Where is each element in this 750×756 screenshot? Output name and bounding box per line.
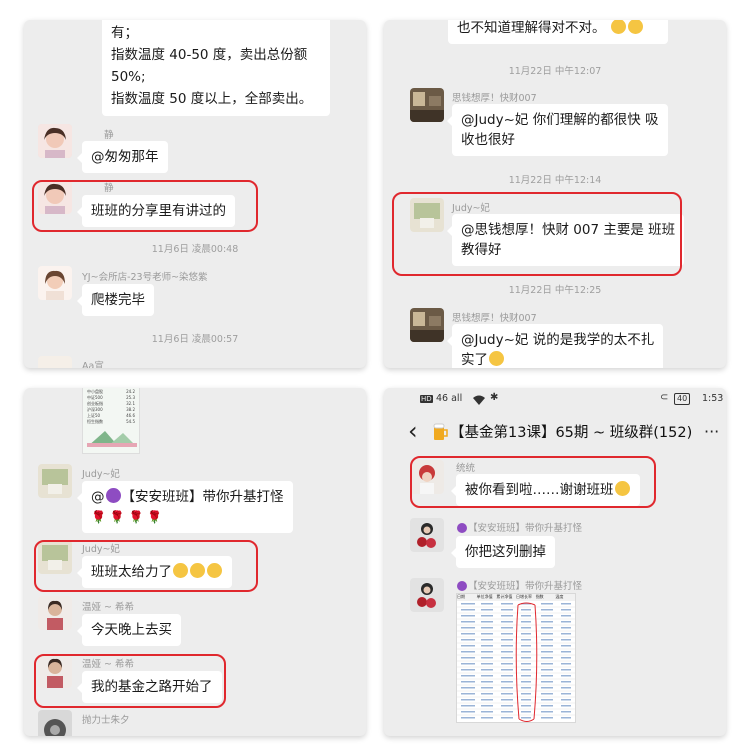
- status-bar: HD 46 all ✱ ⊂ 40 1:53: [384, 388, 726, 412]
- timestamp: 11月6日 凌晨00:48: [151, 244, 239, 255]
- chat-title: 【基金第13课】65期 ~ 班级群(152): [450, 425, 693, 441]
- spreadsheet-grid: [457, 602, 575, 722]
- avatar[interactable]: [410, 518, 444, 552]
- sender-name: 静: [104, 130, 114, 141]
- avatar[interactable]: [38, 124, 72, 158]
- plant-avatar-icon: [38, 464, 72, 498]
- rose-emojis: 🌹 🌹 🌹 🌹: [91, 510, 163, 524]
- avatar[interactable]: [410, 308, 444, 342]
- more-menu-button[interactable]: ···: [704, 422, 719, 441]
- sender-name: 思钱想厚！快财007: [452, 93, 537, 104]
- woman-flowers-avatar-icon: [410, 578, 444, 612]
- mention-name: 【安安班班】带你升基打怪: [121, 489, 284, 505]
- highlight-box: [34, 654, 226, 708]
- avatar[interactable]: [38, 710, 72, 736]
- girl-avatar-icon: [38, 124, 72, 158]
- message-bubble: 有； 指数温度 40-50 度，卖出总份额 50%; 指数温度 50 度以上，全…: [102, 20, 330, 116]
- devil-emoji-icon: [457, 581, 467, 591]
- shared-image[interactable]: 中小盘股 24.2 中证500 25.3 创业板指 32.1 沪深300 38.2 上证…: [82, 388, 140, 454]
- chat-screenshot-1: 有； 指数温度 40-50 度，卖出总份额 50%; 指数温度 50 度以上，全…: [24, 20, 366, 368]
- message-text: 也不知道理解得对不对。: [457, 20, 606, 36]
- devil-emoji-icon: [105, 488, 121, 503]
- message-bubble: @Judy~妃 说的是我学的太不扎 实了: [446, 324, 664, 368]
- highlight-box: [32, 180, 258, 232]
- chat-screenshot-2: 也不知道理解得对不对。 11月22日 中午12:07 思钱想厚！快财007 @J…: [384, 20, 726, 368]
- car-avatar-icon: [38, 710, 72, 736]
- sender-name: 抛力士朱夕: [82, 715, 130, 726]
- spreadsheet-image[interactable]: 日期 单位净值 累计净值 日增长率 指数 温度: [456, 593, 576, 723]
- landscape-icon: [87, 431, 137, 447]
- timestamp: 11月6日 凌晨00:57: [151, 334, 239, 345]
- signal-text: 46 all: [436, 393, 463, 404]
- message-bubble: 今天晚上去买: [77, 614, 181, 646]
- woman-flowers-avatar-icon: [410, 518, 444, 552]
- clock: 1:53: [702, 393, 724, 404]
- vibrate-icon: ✱: [490, 392, 499, 403]
- sender-name: 【安安班班】带你升基打怪: [456, 578, 582, 592]
- sender-name: YJ~会所店-23号老师~染悠紫: [82, 272, 208, 283]
- message-line: @Judy~妃 说的是我学的太不扎: [461, 332, 655, 348]
- sweat-emoji-icon: [627, 20, 643, 34]
- chat-screenshot-3: 中小盘股 24.2 中证500 25.3 创业板指 32.1 沪深300 38.2 上证…: [24, 388, 366, 736]
- timestamp: 11月22日 中午12:07: [508, 66, 602, 77]
- avatar[interactable]: [410, 578, 444, 612]
- message-bubble: 也不知道理解得对不对。: [448, 20, 668, 44]
- woman-avatar-icon: [38, 266, 72, 300]
- devil-emoji-icon: [457, 523, 467, 533]
- avatar[interactable]: [38, 356, 72, 368]
- sender-name: Judy~妃: [82, 469, 120, 480]
- message-bubble: @匆匆那年: [77, 141, 168, 173]
- hd-icon: HD: [420, 395, 433, 403]
- message-bubble: @ 【安安班班】带你升基打怪 🌹 🌹 🌹 🌹: [77, 481, 293, 533]
- chat-screenshot-4: HD 46 all ✱ ⊂ 40 1:53 ‹ 【基金第13课】65期 ~ 班级…: [384, 388, 726, 736]
- highlight-box: [392, 192, 682, 276]
- avatar[interactable]: [410, 88, 444, 122]
- message-bubble: 你把这列删掉: [451, 536, 555, 568]
- message-line: 收也很好: [461, 132, 515, 148]
- message-line: 指数温度 50 度以上，全部卖出。: [111, 91, 313, 107]
- message-line: 50%;: [111, 69, 146, 85]
- message-line: 指数温度 40-50 度，卖出总份额: [111, 47, 308, 63]
- message-line: 实了: [461, 352, 488, 368]
- sheet-header-row: 日期 单位净值 累计净值 日增长率 指数 温度: [457, 594, 575, 601]
- room-avatar-icon: [410, 308, 444, 342]
- beer-icon: [433, 423, 448, 440]
- ring-icon: ⊂: [660, 392, 669, 403]
- sweat-emoji-icon: [489, 351, 504, 366]
- highlight-box: [34, 540, 258, 592]
- sender-name: 温娅 ~ 希希: [82, 602, 134, 613]
- avatar[interactable]: [38, 464, 72, 498]
- message-line: @Judy~妃 你们理解的都很快 吸: [461, 112, 659, 128]
- sender-name: Aa宣: [82, 361, 104, 368]
- timestamp: 11月22日 中午12:14: [508, 175, 602, 186]
- chat-header: ‹ 【基金第13课】65期 ~ 班级群(152) ···: [384, 416, 726, 450]
- sender-name: 【安安班班】带你升基打怪: [456, 520, 582, 534]
- room-avatar-icon: [410, 88, 444, 122]
- avatar[interactable]: [38, 596, 72, 630]
- message-bubble: @Judy~妃 你们理解的都很快 吸 收也很好: [447, 104, 668, 156]
- sender-name: 思钱想厚！快财007: [452, 313, 537, 324]
- wifi-icon: [473, 395, 485, 405]
- timestamp: 11月22日 中午12:25: [508, 285, 602, 296]
- message-bubble: 爬楼完毕: [77, 284, 154, 316]
- avatar[interactable]: [38, 266, 72, 300]
- sweat-emoji-icon: [610, 20, 626, 34]
- person-avatar-icon: [38, 596, 72, 630]
- mention-symbol: @: [91, 489, 105, 505]
- message-line: 有；: [111, 25, 138, 41]
- back-arrow-icon[interactable]: ‹: [408, 416, 418, 446]
- highlight-box: [410, 456, 656, 508]
- battery-icon: 40: [674, 393, 691, 405]
